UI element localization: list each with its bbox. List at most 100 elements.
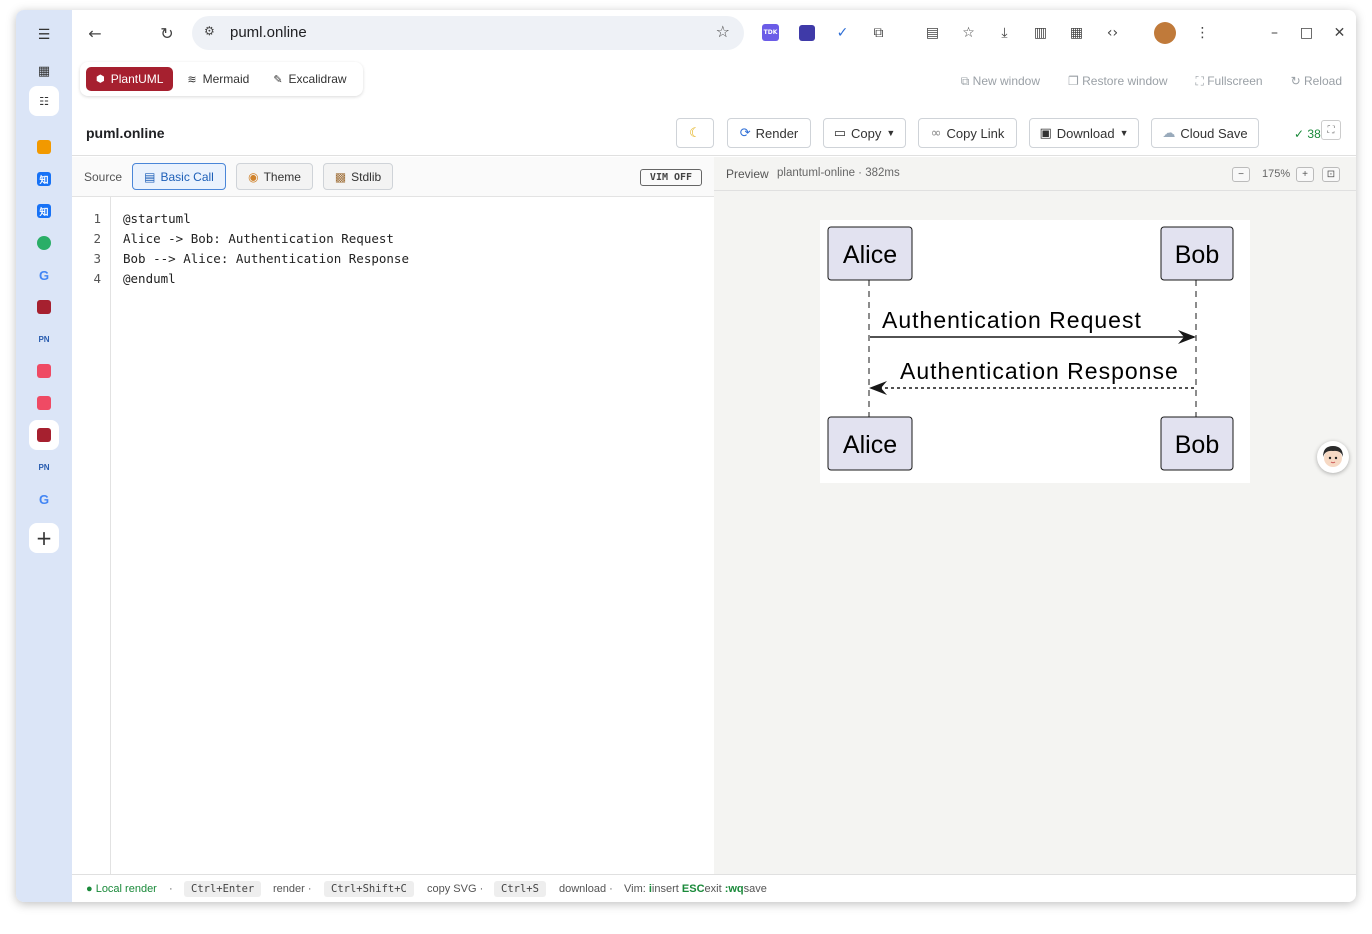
menu-dots-icon[interactable]: ⋮ xyxy=(1194,24,1211,41)
tab-pn-icon[interactable]: PN xyxy=(29,452,59,482)
assistant-avatar[interactable] xyxy=(1317,441,1349,473)
vim-desc: exit xyxy=(704,883,725,895)
dark-mode-button[interactable]: ☾ xyxy=(676,118,714,148)
tab-zhihu-icon[interactable]: 知 xyxy=(29,196,59,226)
copy-link-label: Copy Link xyxy=(946,125,1005,141)
cloud-save-label: Cloud Save xyxy=(1180,125,1248,141)
tab-zhihu-icon[interactable]: 知 xyxy=(29,164,59,194)
tab-google-icon[interactable]: G xyxy=(29,484,59,514)
tab-app-icon[interactable] xyxy=(29,388,59,418)
url-text: puml.online xyxy=(230,24,307,41)
code-line[interactable]: Bob --> Alice: Authentication Response xyxy=(123,251,409,266)
shortcut-desc: copy SVG · xyxy=(427,883,484,895)
mode-label: Mermaid xyxy=(202,72,250,86)
reading-list-icon[interactable]: ▤ xyxy=(924,24,941,41)
reload-label: Reload xyxy=(1303,74,1342,88)
extension-translate-icon[interactable]: ✓ xyxy=(834,24,851,41)
line-number: 1 xyxy=(93,211,101,226)
code-line[interactable]: Alice -> Bob: Authentication Request xyxy=(123,231,394,246)
tab-search-icon[interactable]: ☷ xyxy=(29,86,59,116)
close-window-icon[interactable]: ✕ xyxy=(1331,24,1348,41)
vim-desc: save xyxy=(743,883,767,895)
vim-key: ESC xyxy=(681,883,705,895)
render-button[interactable]: ⟳ Render xyxy=(727,118,811,148)
vim-desc: insert xyxy=(651,883,682,895)
mode-plantuml-button[interactable]: ⬢ PlantUML xyxy=(86,67,174,91)
example-basic-call-button[interactable]: ▤ Basic Call xyxy=(132,163,226,190)
local-render-status: ● Local render xyxy=(86,883,157,895)
zoom-out-button[interactable]: − xyxy=(1232,167,1250,182)
new-window-label: New window xyxy=(972,74,1041,88)
plantuml-icon: ⬢ xyxy=(96,73,105,85)
expand-icon[interactable]: ⛶ xyxy=(1321,120,1341,140)
new-tab-icon[interactable]: + xyxy=(29,523,59,553)
edit-icon: ✎ xyxy=(273,72,283,86)
collapse-sidebar-icon[interactable]: ☰ xyxy=(29,20,59,50)
floppy-icon: ▣ xyxy=(1039,125,1052,141)
line-number: 4 xyxy=(93,271,101,286)
vim-toggle[interactable]: VIM OFF xyxy=(640,169,702,186)
assistant-face-icon xyxy=(1323,446,1343,467)
code-line[interactable]: @startuml xyxy=(123,211,191,226)
tab-pn-icon[interactable]: PN xyxy=(29,324,59,354)
zoom-in-button[interactable]: + xyxy=(1296,167,1314,182)
site-settings-icon[interactable]: ⚙ xyxy=(204,24,215,38)
qr-code-icon[interactable]: ▦ xyxy=(1068,24,1085,41)
mode-mermaid-button[interactable]: ≋ Mermaid xyxy=(177,67,259,91)
chevron-down-icon: ▼ xyxy=(886,128,896,138)
extensions-puzzle-icon[interactable]: ⧉ xyxy=(870,24,887,41)
bookmarks-icon[interactable]: ☆ xyxy=(960,24,977,41)
example-stdlib-button[interactable]: ▩ Stdlib xyxy=(323,163,393,190)
render-info: plantuml-online · 382ms xyxy=(777,167,900,179)
page-content: ⬢ PlantUML ≋ Mermaid ✎ Excalidraw ⧉ New … xyxy=(72,56,1356,902)
address-bar[interactable]: ⚙ puml.online ☆ xyxy=(192,16,744,50)
line-number: 2 xyxy=(93,231,101,246)
reload-icon[interactable]: ↻ xyxy=(152,18,182,48)
vim-help: Vim: iinsert ESCexit :wqsave xyxy=(624,883,767,895)
participant-label-bob-top: Bob xyxy=(1175,241,1219,269)
restore-window-label: Restore window xyxy=(1082,74,1168,88)
minimize-icon[interactable]: – xyxy=(1266,24,1283,41)
fit-button[interactable]: ⊡ xyxy=(1322,167,1340,182)
tab-plantuml-icon[interactable] xyxy=(29,292,59,322)
source-label: Source xyxy=(84,170,123,184)
download-button[interactable]: ▣ Download ▼ xyxy=(1029,118,1139,148)
download-icon[interactable]: ⤓ xyxy=(996,24,1013,41)
preview-label: Preview xyxy=(726,167,769,181)
copy-link-button[interactable]: ∞ Copy Link xyxy=(918,118,1017,148)
palette-icon: ◉ xyxy=(248,169,259,184)
cloud-save-button[interactable]: ☁ Cloud Save xyxy=(1151,118,1259,148)
devtools-icon[interactable]: ‹› xyxy=(1104,24,1121,41)
moon-icon: ☾ xyxy=(689,125,701,141)
copy-button[interactable]: ▭ Copy ▼ xyxy=(823,118,906,148)
new-window-button[interactable]: ⧉ New window xyxy=(961,74,1040,89)
maximize-icon[interactable]: □ xyxy=(1298,24,1315,41)
mode-label: PlantUML xyxy=(110,72,164,86)
reader-mode-icon[interactable]: ▥ xyxy=(1032,24,1049,41)
tab-google-icon[interactable]: G xyxy=(29,260,59,290)
zoom-level: 175% xyxy=(1262,168,1291,180)
extension-form-icon[interactable] xyxy=(798,24,815,41)
reload-button[interactable]: ↻ Reload xyxy=(1291,74,1342,89)
tab-grid-icon[interactable]: ▦ xyxy=(29,56,59,86)
extension-tdk-icon[interactable]: TDK xyxy=(762,24,779,41)
mermaid-icon: ≋ xyxy=(187,72,197,86)
tab-analytics-icon[interactable] xyxy=(29,132,59,162)
back-icon[interactable]: ← xyxy=(80,18,110,48)
stdlib-label: Stdlib xyxy=(351,169,382,184)
mode-label: Excalidraw xyxy=(288,72,347,86)
code-editor[interactable]: 1 2 3 4 @startuml Alice -> Bob: Authenti… xyxy=(72,197,714,884)
example-theme-button[interactable]: ◉ Theme xyxy=(236,163,313,190)
render-label: Render xyxy=(755,125,799,141)
profile-avatar[interactable] xyxy=(1154,22,1176,44)
fullscreen-button[interactable]: ⛶ Fullscreen xyxy=(1195,74,1262,89)
bookmark-star-icon[interactable]: ☆ xyxy=(716,22,730,41)
tab-app-icon[interactable] xyxy=(29,356,59,386)
code-line[interactable]: @enduml xyxy=(123,271,176,286)
tab-wechat-icon[interactable] xyxy=(29,228,59,258)
mode-excalidraw-button[interactable]: ✎ Excalidraw xyxy=(263,67,356,91)
tab-plantuml-active-icon[interactable] xyxy=(29,420,59,450)
package-icon: ▩ xyxy=(334,169,347,184)
refresh-icon: ⟳ xyxy=(739,125,751,141)
restore-window-button[interactable]: ❐ Restore window xyxy=(1068,74,1167,89)
